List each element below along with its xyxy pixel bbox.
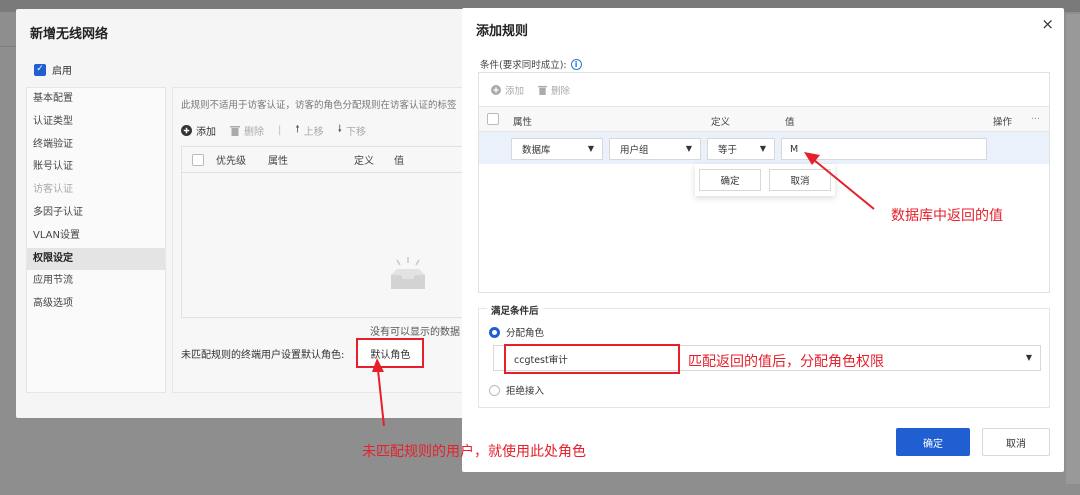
enable-toggle[interactable]: ✓ 启用: [34, 62, 72, 77]
delete-rule-button[interactable]: 删除: [230, 123, 264, 138]
select-all-checkbox[interactable]: [192, 153, 204, 166]
nav-item-permissions[interactable]: 权限设定: [27, 247, 165, 271]
popover-confirm-button[interactable]: 确定: [699, 169, 761, 191]
assign-role-option[interactable]: 分配角色: [489, 325, 544, 339]
annotation-db-value: 数据库中返回的值: [891, 208, 1003, 224]
source-value: 数据库: [522, 145, 551, 156]
close-icon[interactable]: ×: [1041, 15, 1054, 33]
rules-table-header: 优先级 属性 定义 值: [182, 147, 488, 173]
nav-item-auth-type[interactable]: 认证类型: [27, 111, 165, 134]
rules-table: 优先级 属性 定义 值 没有可以显示的数据: [181, 146, 489, 338]
arrow-up-icon: 🠕: [295, 124, 300, 135]
nav-item-guest-auth: 访客认证: [33, 184, 73, 196]
add-rule-button[interactable]: 添加: [181, 123, 216, 138]
annotation-match-role: 匹配返回的值后，分配角色权限: [688, 354, 884, 370]
nav-item-app-throttle[interactable]: 应用节流: [27, 270, 165, 293]
conditions-label: 条件(要求同时成立):: [480, 60, 567, 71]
settings-nav: 基本配置 认证类型 终端验证 账号认证 访客认证 多因子认证 VLAN设置 权限…: [26, 87, 166, 393]
nav-item-account-auth[interactable]: 账号认证: [27, 156, 165, 179]
col-ops: 操作: [993, 117, 1013, 128]
operator-value: 等于: [718, 145, 738, 156]
nav-item-mfa[interactable]: 多因子认证: [27, 202, 165, 225]
col-priority: 优先级: [216, 156, 246, 167]
operator-select[interactable]: 等于 ▼: [707, 138, 775, 160]
caret-down-icon: ▼: [685, 144, 692, 153]
col-define: 定义: [354, 156, 374, 167]
caret-down-icon: ▼: [1025, 353, 1032, 362]
down-label: 下移: [345, 127, 366, 138]
reject-radio[interactable]: [489, 384, 500, 396]
ok-button[interactable]: 确定: [896, 428, 970, 456]
enable-label: 启用: [52, 66, 72, 77]
new-wireless-network-dialog: 新增无线网络 ✓ 启用 基本配置 认证类型 终端验证 账号认证 访客认证 多因子…: [16, 9, 489, 418]
delete-label: 删除: [551, 86, 571, 97]
arrow-down-icon: 🠗: [337, 124, 342, 135]
cancel-button[interactable]: 取消: [982, 428, 1050, 456]
caret-down-icon: ▼: [587, 144, 594, 153]
col-define: 定义: [711, 117, 731, 128]
col-attr: 属性: [513, 117, 533, 128]
delete-label: 删除: [244, 127, 264, 138]
reject-label: 拒绝接入: [506, 386, 545, 397]
conditions-area: 添加 删除 属性 定义 值 操作 ··· 数据库 ▼ 用户组 ▼ 等于 ▼ M …: [478, 72, 1050, 293]
permissions-panel: 此规则不适用于访客认证，访客的角色分配规则在访客认证的标签 添加 删除 | 🠕 …: [172, 87, 489, 393]
assign-role-label: 分配角色: [506, 328, 545, 339]
empty-inbox-icon: [391, 257, 425, 289]
reject-option[interactable]: 拒绝接入: [489, 383, 544, 397]
default-role-label: 未匹配规则的终端用户设置默认角色:: [181, 349, 345, 361]
value-input[interactable]: M: [781, 138, 987, 160]
col-attr: 属性: [268, 156, 288, 167]
toolbar-separator: |: [278, 125, 282, 136]
empty-message: 没有可以显示的数据: [370, 327, 460, 338]
more-icon[interactable]: ···: [1031, 114, 1040, 125]
background-right-edge: [1066, 14, 1080, 484]
permissions-toolbar: 添加 删除 | 🠕 上移 🠗 下移: [181, 122, 366, 139]
col-value: 值: [394, 156, 404, 167]
assign-role-radio[interactable]: [489, 326, 500, 338]
conditions-header: 属性 定义 值 操作 ···: [479, 106, 1049, 132]
nav-item-vlan[interactable]: VLAN设置: [27, 225, 165, 248]
condition-confirm-popover: 确定 取消: [695, 164, 835, 196]
delete-condition-button[interactable]: 删除: [538, 83, 570, 97]
select-all-checkbox[interactable]: [487, 113, 499, 125]
move-down-button[interactable]: 🠗 下移: [338, 122, 366, 139]
add-condition-button[interactable]: 添加: [491, 83, 524, 97]
conditions-toolbar: 添加 删除: [491, 83, 570, 97]
dialog-title: 添加规则: [476, 24, 529, 39]
default-role-row: 未匹配规则的终端用户设置默认角色: 默认角色: [181, 338, 425, 368]
attribute-value: 用户组: [620, 145, 649, 156]
default-role-button[interactable]: 默认角色: [356, 338, 425, 368]
plus-circle-icon: [491, 85, 501, 95]
move-up-button[interactable]: 🠕 上移: [295, 122, 323, 139]
trash-icon: [538, 85, 548, 95]
condition-row: 数据库 ▼ 用户组 ▼ 等于 ▼ M: [479, 132, 1049, 164]
role-value: ccgtest审计: [504, 344, 680, 374]
attribute-select[interactable]: 用户组 ▼: [609, 138, 701, 160]
info-icon[interactable]: i: [570, 58, 582, 70]
enable-checkbox[interactable]: ✓: [34, 63, 46, 76]
trash-icon: [230, 126, 240, 136]
popover-cancel-button[interactable]: 取消: [769, 169, 831, 191]
permissions-note: 此规则不适用于访客认证，访客的角色分配规则在访客认证的标签: [181, 100, 457, 111]
source-select[interactable]: 数据库 ▼: [511, 138, 603, 160]
up-label: 上移: [303, 127, 324, 138]
after-conditions-title: 满足条件后: [487, 303, 543, 317]
nav-item-basic[interactable]: 基本配置: [27, 88, 165, 111]
nav-item-terminal-verify[interactable]: 终端验证: [27, 134, 165, 157]
plus-circle-icon: [181, 125, 192, 136]
nav-item-advanced[interactable]: 高级选项: [27, 293, 165, 316]
annotation-default-role: 未匹配规则的用户，就使用此处角色: [362, 444, 586, 460]
add-label: 添加: [505, 86, 525, 97]
add-rule-dialog: 添加规则 × 条件(要求同时成立): i 添加 删除 属性 定义 值 操作 ··…: [462, 8, 1064, 472]
col-value: 值: [785, 117, 795, 128]
dialog-title: 新增无线网络: [30, 27, 109, 42]
caret-down-icon: ▼: [759, 144, 766, 153]
add-label: 添加: [196, 127, 216, 138]
conditions-label-row: 条件(要求同时成立): i: [480, 57, 582, 71]
